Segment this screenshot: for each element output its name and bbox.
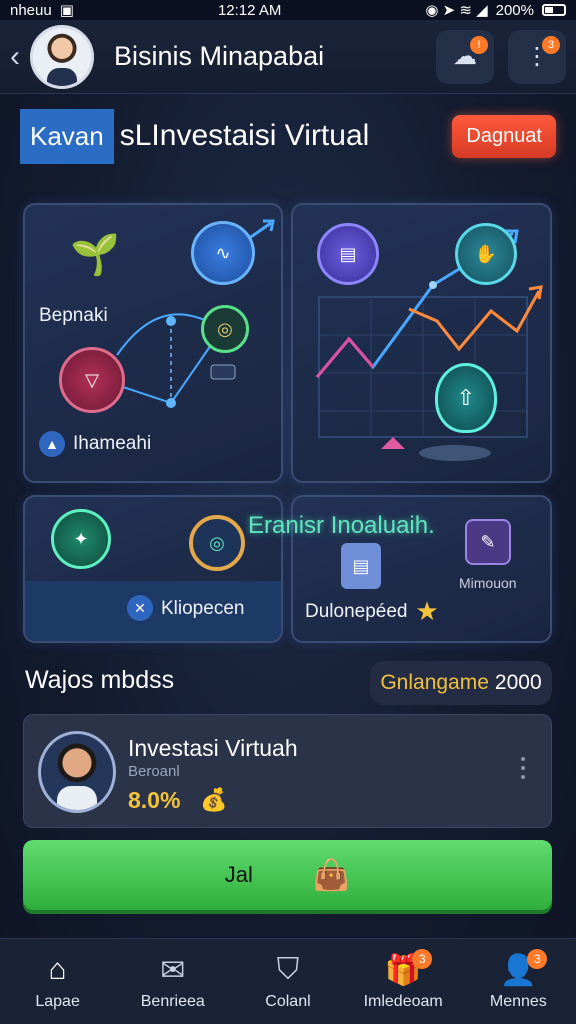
rope-coin-icon: ◎: [189, 515, 245, 571]
investment-subtitle: Beroanl: [128, 763, 180, 780]
page-title: sLInvestaisi Virtual: [119, 119, 370, 152]
notifications-button[interactable]: ☁ !: [436, 29, 494, 84]
profile-avatar[interactable]: [30, 24, 94, 89]
file-icon: ▤: [341, 543, 381, 589]
edit-document-icon: ✎: [465, 519, 511, 565]
feature-card-team[interactable]: ✦ ◎ ✕ Kliopecen: [23, 495, 283, 643]
home-icon: ⌂: [48, 952, 67, 986]
nav-label-rewards: Imledeoam: [363, 992, 443, 1010]
clock: 12:12 AM: [217, 1, 282, 19]
register-button[interactable]: Dagnuat: [452, 114, 556, 158]
mail-icon: ✉: [160, 953, 186, 987]
feature-card-network[interactable]: 🌱 ∿ ◎ ▽ Bepnaki ▲ Ihameahi: [23, 203, 283, 483]
sim-icon: ▣: [59, 2, 74, 19]
back-arrow-icon[interactable]: ‹: [10, 40, 24, 74]
triangle-logo-icon: ▲: [39, 431, 65, 457]
handshake-pin-icon: ✦: [51, 509, 111, 569]
profile-badge: 3: [527, 948, 548, 969]
balance-pill[interactable]: Gnlangame 2000: [370, 661, 552, 705]
investor-avatar: [38, 731, 116, 813]
card-d-small-label: Mimouon: [459, 575, 517, 591]
feature-card-chart[interactable]: ▤ ✋ ⇧: [291, 203, 552, 483]
investment-list-item[interactable]: Investasi Virtuah Beroanl 8.0% 💰: [23, 714, 552, 828]
analytics-icon: ∿: [191, 221, 255, 285]
shield-icon: ⛉: [276, 952, 300, 986]
card-d-label: Dulonepéed: [305, 601, 408, 622]
cross-logo-icon: ✕: [127, 595, 153, 621]
nav-item-profile[interactable]: 👤 3 Mennes: [463, 948, 573, 1011]
overlay-heading: Eranisr Inoaluaih.: [248, 512, 435, 539]
carrier-label: nheuu: [10, 1, 52, 19]
balance-label: Gnlangame: [380, 671, 489, 694]
nav-label-messages: Benrieea: [140, 992, 205, 1010]
join-button[interactable]: Jal 👜: [23, 840, 552, 910]
category-tag[interactable]: Kavan: [20, 108, 114, 164]
nav-item-home[interactable]: ⌂ Lapae: [3, 953, 113, 1011]
nav-item-messages[interactable]: ✉ Benrieea: [118, 953, 228, 1011]
more-options-icon[interactable]: [521, 757, 527, 779]
basket-icon: ▽: [59, 347, 125, 413]
menu-badge: 3: [542, 35, 560, 54]
more-menu-button[interactable]: ⋮ 3: [508, 29, 566, 84]
balance-value: 2000: [494, 671, 542, 694]
document-icon: ▤: [317, 223, 379, 285]
hand-coin-icon: ✋: [455, 223, 517, 285]
join-button-label: Jal: [224, 862, 253, 887]
section-title: Wajos mbdss: [25, 666, 175, 694]
battery-icon: [542, 4, 566, 16]
card-c-label: Kliopecen: [161, 598, 245, 619]
growth-pin-icon: ⇧: [435, 363, 497, 433]
nav-item-rewards[interactable]: 🎁 3 Imledeoam: [348, 948, 458, 1011]
nav-label-profile: Mennes: [489, 992, 547, 1010]
status-bar: nheuu ▣ 12:12 AM ◉ ➤ ≋ ◢ 200%: [0, 0, 576, 20]
nav-item-shield[interactable]: ⛉ Colanl: [233, 953, 343, 1011]
battery-percent: 200%: [495, 1, 534, 19]
app-title: Bisinis Minapabai: [114, 41, 325, 71]
rewards-badge: 3: [412, 948, 433, 969]
app-header: ‹ Bisinis Minapabai ☁ ! ⋮ 3: [0, 20, 576, 94]
signal-icon: ◉ ➤ ≋ ◢: [425, 2, 488, 19]
notification-badge: !: [470, 35, 488, 54]
card-label-top: Bepnaki: [39, 305, 108, 326]
nav-label-shield: Colanl: [265, 992, 311, 1010]
page-title-row: Kavan sLInvestaisi Virtual Dagnuat: [20, 106, 556, 166]
nav-label-home: Lapae: [35, 992, 80, 1010]
plant-icon: 🌱: [70, 232, 120, 277]
bottom-navigation: ⌂ Lapae ✉ Benrieea ⛉ Colanl 🎁 3 Imledeoa…: [0, 938, 576, 1024]
coin-icon: ◎: [201, 305, 249, 353]
investment-title: Investasi Virtuah: [128, 735, 298, 761]
shopping-bag-icon: 👜: [312, 858, 351, 892]
star-icon: ★: [415, 595, 439, 626]
card-label-bottom: Ihameahi: [73, 433, 152, 454]
money-bag-icon: 💰: [200, 787, 228, 812]
investment-return: 8.0%: [128, 787, 181, 813]
